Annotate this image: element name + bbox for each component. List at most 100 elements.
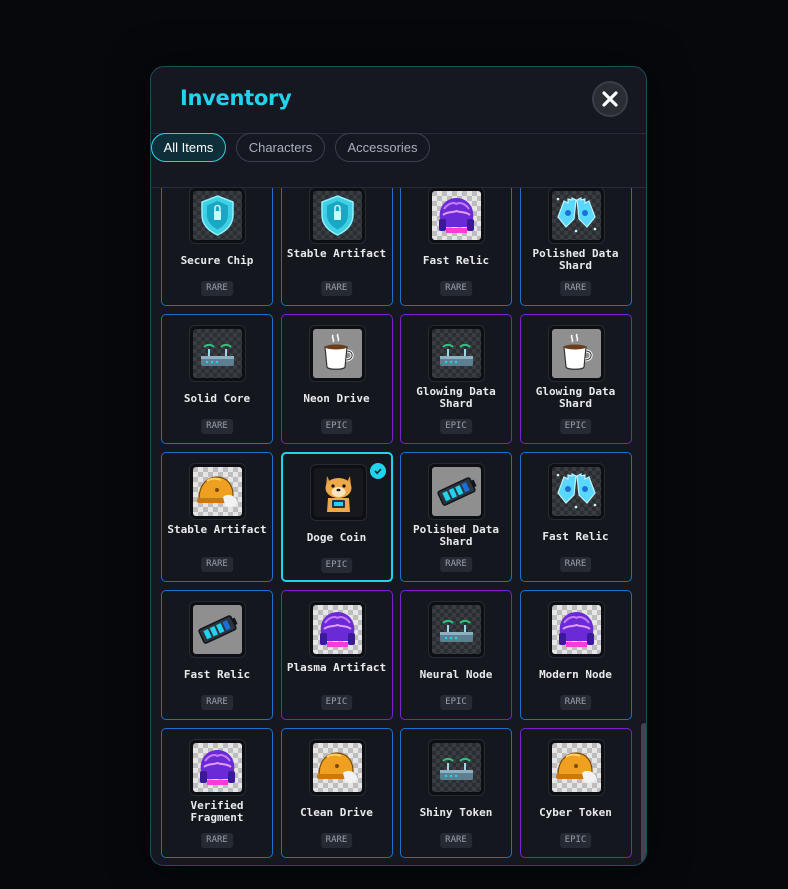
modal-title: Inventory — [180, 86, 292, 110]
rarity-badge: EPIC — [559, 419, 592, 434]
inventory-item-card[interactable]: Secure Chip RARE — [161, 188, 273, 306]
gloves-icon — [551, 467, 601, 516]
coffee-icon — [312, 329, 362, 378]
inventory-item-card[interactable]: Fast Relic RARE — [400, 188, 512, 306]
item-thumbnail — [189, 188, 246, 244]
rarity-badge: EPIC — [440, 695, 472, 710]
inventory-item-card[interactable]: Verified Fragment RARE — [161, 728, 273, 858]
item-thumbnail — [428, 463, 485, 520]
doge-icon — [313, 468, 363, 517]
helmet-icon — [551, 743, 601, 792]
inventory-item-card[interactable]: Glowing Data Shard EPIC — [519, 314, 632, 444]
rarity-badge: RARE — [201, 833, 233, 848]
item-name: Fast Relic — [422, 255, 490, 267]
rarity-badge: RARE — [201, 419, 233, 434]
inventory-item-card[interactable]: Plasma Artifact EPIC — [280, 590, 393, 720]
item-thumbnail — [308, 188, 366, 244]
inventory-modal: Inventory All Items Characters Accessori… — [150, 66, 647, 866]
router-icon — [432, 329, 481, 378]
filter-tabs: All Items Characters Accessories — [151, 133, 646, 188]
item-thumbnail — [308, 739, 366, 796]
inventory-item-card[interactable]: Fast Relic RARE — [161, 590, 273, 720]
tab-accessories[interactable]: Accessories — [335, 133, 430, 162]
inventory-item-card[interactable]: Polished Data Shard RARE — [519, 188, 632, 306]
close-button[interactable] — [592, 81, 628, 117]
item-name: Fast Relic — [183, 669, 251, 681]
battery-icon — [432, 467, 481, 516]
inventory-item-card[interactable]: Shiny Token RARE — [400, 728, 512, 858]
item-grid-scroll[interactable]: Secure Chip RARE Stable Artifact RARE Fast… — [151, 188, 646, 865]
selected-check-icon — [369, 463, 386, 479]
shield-icon — [193, 191, 242, 240]
inventory-item-card[interactable]: Neural Node EPIC — [400, 590, 512, 720]
rarity-badge: RARE — [440, 833, 472, 848]
rarity-badge: RARE — [559, 695, 592, 710]
inventory-item-card[interactable]: Stable Artifact RARE — [161, 452, 273, 582]
item-name: Polished Data Shard — [532, 248, 619, 272]
brain-icon — [312, 605, 362, 654]
tab-all-items[interactable]: All Items — [151, 133, 226, 162]
inventory-item-card[interactable]: Polished Data Shard RARE — [400, 452, 512, 582]
item-thumbnail — [189, 463, 246, 520]
rarity-badge: RARE — [320, 833, 353, 848]
modal-header: Inventory — [151, 67, 646, 134]
scrollbar-thumb[interactable] — [641, 723, 646, 863]
rarity-badge: RARE — [559, 557, 592, 572]
inventory-item-card[interactable]: Fast Relic RARE — [519, 452, 632, 582]
inventory-item-card[interactable]: Stable Artifact RARE — [280, 188, 393, 306]
inventory-item-card[interactable]: Glowing Data Shard EPIC — [400, 314, 512, 444]
item-name: Plasma Artifact — [286, 662, 387, 674]
helmet-icon — [193, 467, 242, 516]
rarity-badge: EPIC — [440, 419, 472, 434]
item-thumbnail — [309, 464, 367, 521]
inventory-item-card[interactable]: Modern Node RARE — [519, 590, 632, 720]
inventory-item-card[interactable]: Neon Drive EPIC — [280, 314, 393, 444]
item-name: Secure Chip — [180, 255, 254, 267]
item-name: Neural Node — [419, 669, 493, 681]
shield-icon — [312, 191, 362, 240]
inventory-item-card[interactable]: Clean Drive RARE — [280, 728, 393, 858]
gloves-icon — [551, 191, 601, 240]
item-thumbnail — [428, 739, 485, 796]
rarity-badge: RARE — [559, 281, 592, 296]
item-name: Glowing Data Shard — [416, 386, 496, 410]
brain-icon — [193, 743, 242, 792]
item-thumbnail — [547, 739, 605, 796]
inventory-item-card[interactable]: Doge Coin EPIC — [280, 452, 393, 582]
rarity-badge: RARE — [440, 281, 472, 296]
item-thumbnail — [428, 325, 485, 382]
rarity-badge: RARE — [201, 695, 233, 710]
item-name: Modern Node — [539, 669, 612, 681]
item-name: Stable Artifact — [286, 248, 387, 260]
brain-icon — [551, 605, 601, 654]
router-icon — [193, 329, 242, 378]
item-name: Glowing Data Shard — [535, 386, 616, 410]
rarity-badge: RARE — [201, 281, 233, 296]
item-name: Stable Artifact — [167, 524, 267, 536]
rarity-badge: EPIC — [320, 695, 353, 710]
item-thumbnail — [547, 463, 605, 520]
helmet-icon — [312, 743, 362, 792]
rarity-badge: RARE — [320, 281, 353, 296]
item-thumbnail — [189, 601, 246, 658]
item-name: Fast Relic — [542, 531, 609, 543]
item-name: Shiny Token — [419, 807, 493, 819]
item-thumbnail — [428, 601, 485, 658]
item-name: Doge Coin — [306, 532, 367, 544]
item-thumbnail — [547, 601, 605, 658]
item-name: Polished Data Shard — [412, 524, 500, 548]
rarity-badge: RARE — [440, 557, 472, 572]
rarity-badge: EPIC — [559, 833, 592, 848]
close-icon — [602, 91, 618, 107]
inventory-item-card[interactable]: Cyber Token EPIC — [519, 728, 632, 858]
item-thumbnail — [308, 601, 366, 658]
tab-characters[interactable]: Characters — [236, 133, 325, 162]
inventory-item-card[interactable]: Solid Core RARE — [161, 314, 273, 444]
item-thumbnail — [189, 325, 246, 382]
item-thumbnail — [428, 188, 485, 244]
item-thumbnail — [189, 739, 246, 796]
rarity-badge: EPIC — [320, 558, 353, 573]
item-name: Solid Core — [183, 393, 251, 405]
rarity-badge: RARE — [201, 557, 233, 572]
item-thumbnail — [308, 325, 366, 382]
